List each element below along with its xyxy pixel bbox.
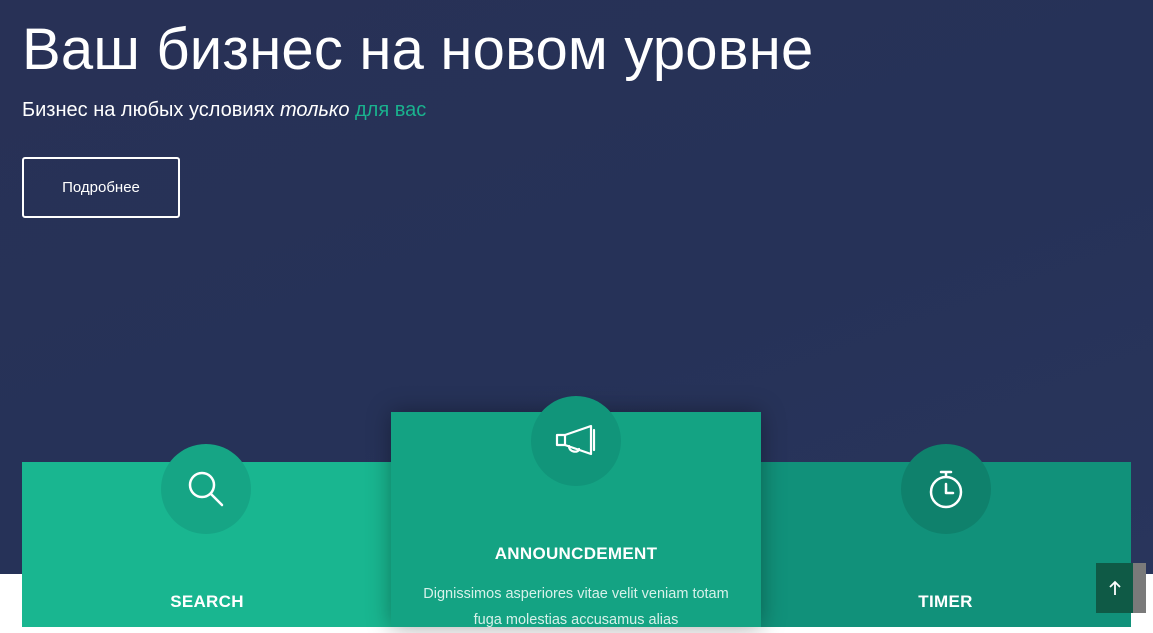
feature-card-timer: TIMER	[760, 444, 1131, 627]
search-icon	[188, 471, 224, 507]
megaphone-icon-circle[interactable]	[531, 396, 621, 486]
feature-card-search: SEARCH	[22, 444, 392, 627]
hero-subtitle-italic: только	[279, 99, 350, 121]
card-text-announcement: Dignissimos asperiores vitae velit venia…	[423, 586, 729, 628]
card-title-search: SEARCH	[170, 592, 244, 611]
scroll-to-top-button[interactable]	[1096, 563, 1146, 613]
hero-subtitle: Бизнес на любых условиях только для вас	[22, 99, 426, 122]
arrow-up-icon	[1108, 580, 1121, 595]
card-title-announcement: ANNOUNCDEMENT	[494, 544, 658, 563]
stopwatch-icon	[929, 470, 963, 509]
hero-subtitle-accent: для вас	[355, 99, 427, 121]
stopwatch-icon-circle[interactable]	[901, 444, 991, 534]
hero-title: Ваш бизнес на новом уровне	[22, 17, 814, 82]
more-button[interactable]: Подробнее	[22, 157, 180, 218]
search-icon-circle[interactable]	[161, 444, 251, 534]
card-title-timer: TIMER	[918, 592, 973, 611]
feature-card-announcement: ANNOUNCDEMENT Dignissimos asperiores vit…	[391, 396, 761, 628]
hero-subtitle-text: Бизнес на любых условиях	[22, 99, 280, 121]
megaphone-icon	[555, 424, 596, 456]
